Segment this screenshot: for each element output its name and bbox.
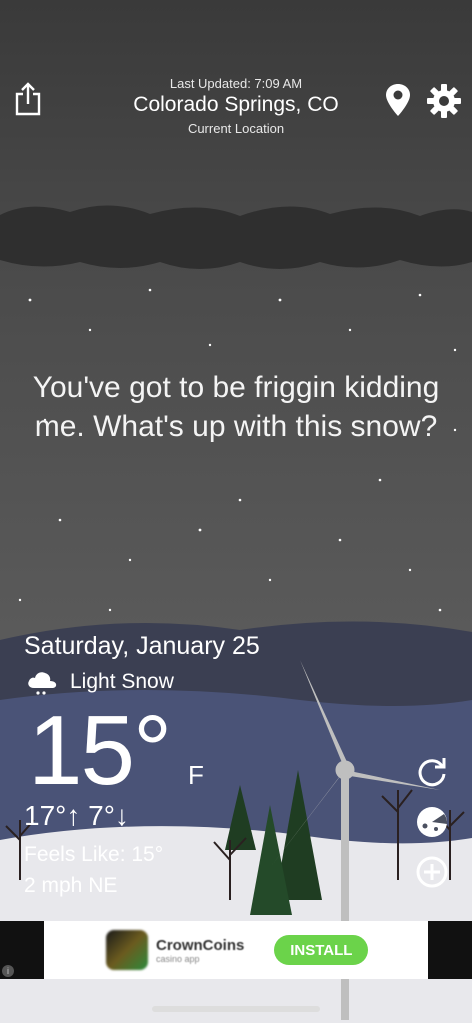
forecast-date: Saturday, January 25: [24, 632, 260, 660]
current-location-label: Current Location: [187, 121, 285, 136]
storm-cloud: [0, 205, 472, 269]
ad-subtitle: casino app: [156, 953, 200, 964]
temperature-unit[interactable]: F: [188, 760, 204, 791]
wind-speed: 2 mph NE: [24, 874, 118, 897]
last-updated: Last Updated: 7:09 AM: [169, 76, 303, 91]
refresh-button[interactable]: [414, 754, 450, 790]
refresh-icon: [418, 758, 446, 787]
condition-row: Light Snow: [26, 668, 174, 696]
add-icon: [416, 856, 448, 888]
weather-quote: You've got to be friggin kidding me. Wha…: [32, 371, 440, 443]
radar-icon: [417, 807, 448, 837]
cloud-snow-icon: [28, 672, 57, 695]
ad-text: CrownCoins casino app: [148, 937, 244, 964]
ad-info-icon[interactable]: i: [2, 965, 14, 977]
high-low-temperature: 17°↑ 7°↓: [24, 800, 129, 831]
feels-like: Feels Like: 15°: [24, 843, 164, 866]
location-header: Last Updated: 7:09 AM Colorado Springs, …: [0, 76, 472, 136]
home-indicator[interactable]: [152, 1006, 320, 1012]
ad-install-button[interactable]: INSTALL: [274, 935, 369, 965]
ad-app-icon: [106, 930, 148, 970]
current-temperature: 15°: [28, 695, 172, 805]
city-name[interactable]: Colorado Springs, CO: [0, 93, 472, 117]
ad-banner[interactable]: CrownCoins casino app INSTALL: [44, 921, 428, 979]
radar-button[interactable]: [414, 804, 450, 840]
ad-title: CrownCoins: [156, 936, 245, 954]
add-location-button[interactable]: [414, 854, 450, 890]
snowflakes: [18, 288, 457, 612]
condition-text: Light Snow: [70, 670, 174, 693]
weather-scene-background: [0, 205, 472, 1023]
